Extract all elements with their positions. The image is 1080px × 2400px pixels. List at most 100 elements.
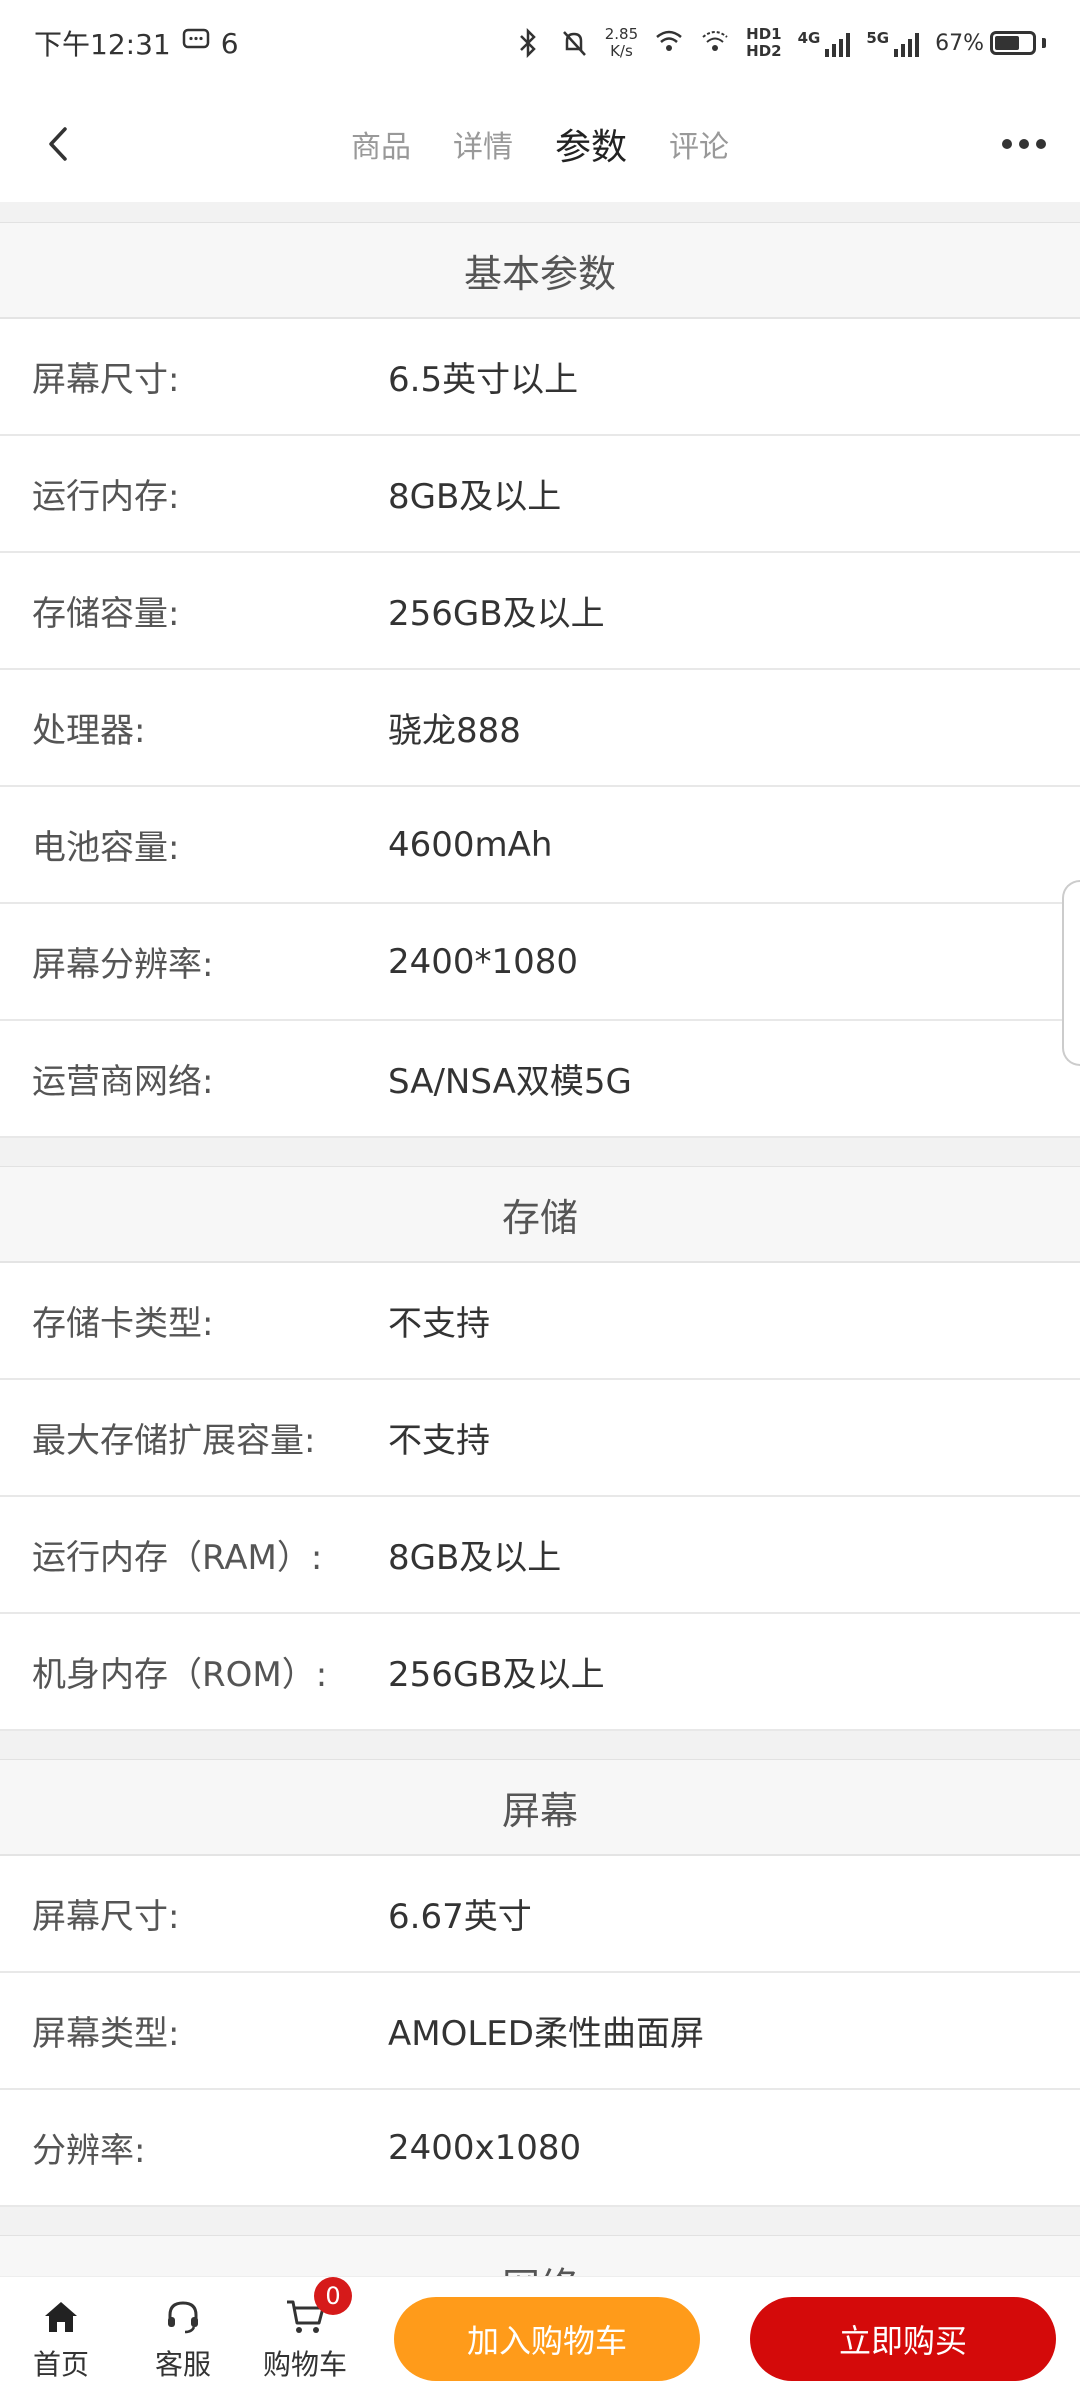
cart-button[interactable]: 0 购物车 bbox=[244, 2276, 366, 2383]
mute-bell-icon bbox=[559, 28, 589, 58]
spec-row: 屏幕分辨率: 2400*1080 bbox=[0, 904, 1080, 1021]
spec-section: 存储 存储卡类型: 不支持 最大存储扩展容量: 不支持 运行内存（RAM）: 8GB及以上机… bbox=[0, 1166, 1080, 1731]
more-options-icon[interactable] bbox=[1002, 128, 1046, 160]
signal-4g-icon: 4G bbox=[798, 29, 851, 57]
customer-service-label: 客服 bbox=[154, 2347, 211, 2381]
spec-label: 运营商网络: bbox=[32, 1062, 214, 1102]
spec-value: 256GB及以上 bbox=[388, 594, 605, 634]
spec-row: 运行内存（RAM）: 8GB及以上 bbox=[0, 1497, 1080, 1614]
spec-value: 骁龙888 bbox=[388, 711, 521, 751]
spec-value: 6.67英寸 bbox=[388, 1897, 532, 1937]
spec-row: 屏幕尺寸: 6.5英寸以上 bbox=[0, 319, 1080, 436]
battery-indicator: 67% bbox=[935, 31, 1046, 56]
spec-section: 屏幕屏幕尺寸: 6.67英寸屏幕类型: AMOLED柔性曲面屏分辨率: 2400x10… bbox=[0, 1759, 1080, 2207]
spec-row: 屏幕类型: AMOLED柔性曲面屏 bbox=[0, 1973, 1080, 2090]
tab-specs[interactable]: 参数 bbox=[555, 118, 627, 170]
spec-value: 8GB及以上 bbox=[388, 477, 562, 517]
back-arrow-icon bbox=[49, 127, 67, 161]
spec-section: 基本参数屏幕尺寸: 6.5英寸以上运行内存: 8GB及以上存储容量: 256GB及以上… bbox=[0, 222, 1080, 1138]
signal-4g-label: 4G bbox=[797, 29, 821, 47]
side-float-handle[interactable] bbox=[1062, 880, 1080, 1066]
buy-now-button[interactable]: 立即购买 bbox=[750, 2296, 1056, 2381]
tab-reviews[interactable]: 评论 bbox=[669, 122, 729, 166]
home-icon bbox=[39, 2295, 83, 2339]
spec-label: 分辨率: bbox=[32, 2131, 146, 2171]
home-button[interactable]: 首页 bbox=[0, 2295, 122, 2383]
spec-row: 机身内存（ROM）: 256GB及以上 bbox=[0, 1614, 1080, 1731]
status-left: 下午12:31 6 bbox=[34, 23, 239, 63]
spec-label: 机身内存（ROM）: bbox=[32, 1655, 328, 1695]
message-icon bbox=[181, 28, 211, 58]
spec-label: 最大存储扩展容量: bbox=[32, 1421, 316, 1461]
spec-label: 屏幕分辨率: bbox=[32, 945, 214, 985]
battery-tip bbox=[1042, 38, 1046, 48]
spec-row: 电池容量: 4600mAh bbox=[0, 787, 1080, 904]
bottom-action-bar: 首页 客服 0 购物车 加入购物车 立即购买 bbox=[0, 2276, 1080, 2400]
section-title: 基本参数 bbox=[0, 223, 1080, 319]
spec-value: AMOLED柔性曲面屏 bbox=[388, 2014, 704, 2054]
back-button[interactable] bbox=[38, 122, 78, 166]
spec-value: 不支持 bbox=[388, 1421, 490, 1461]
battery-percent: 67% bbox=[935, 30, 984, 56]
spec-value: SA/NSA双模5G bbox=[388, 1062, 632, 1102]
section-title: 网络 bbox=[0, 2236, 1080, 2276]
spec-row: 运营商网络: SA/NSA双模5G bbox=[0, 1021, 1080, 1138]
hotspot-icon bbox=[700, 28, 730, 58]
home-label: 首页 bbox=[32, 2347, 89, 2381]
spec-value: 2400x1080 bbox=[388, 2127, 582, 2168]
network-speed: 2.85 K/s bbox=[605, 26, 638, 60]
tab-list: 商品 详情 参数 评论 bbox=[351, 118, 729, 170]
battery-icon bbox=[990, 31, 1036, 55]
status-bar: 下午12:31 6 2.85 K/s HD1 HD2 4G 5G 67% bbox=[0, 0, 1080, 86]
spec-row: 分辨率: 2400x1080 bbox=[0, 2090, 1080, 2207]
spec-row: 存储卡类型: 不支持 bbox=[0, 1263, 1080, 1380]
cart-count-badge: 0 bbox=[314, 2276, 352, 2315]
spec-label: 存储卡类型: bbox=[32, 1304, 214, 1344]
customer-service-button[interactable]: 客服 bbox=[122, 2295, 244, 2383]
hd2-label: HD2 bbox=[746, 42, 782, 60]
spec-value: 6.5英寸以上 bbox=[388, 360, 579, 400]
headset-icon bbox=[161, 2295, 205, 2339]
add-to-cart-button[interactable]: 加入购物车 bbox=[394, 2296, 700, 2381]
section-title: 存储 bbox=[0, 1167, 1080, 1263]
section-title: 屏幕 bbox=[0, 1760, 1080, 1856]
spec-row: 运行内存: 8GB及以上 bbox=[0, 436, 1080, 553]
spec-row: 处理器: 骁龙888 bbox=[0, 670, 1080, 787]
spec-row: 最大存储扩展容量: 不支持 bbox=[0, 1380, 1080, 1497]
spec-content[interactable]: 基本参数 屏幕尺寸: 6.5英寸以上 运行内存: 8GB及以上 存储容量: 256GB及以上… bbox=[0, 202, 1080, 2276]
cart-label: 购物车 bbox=[262, 2347, 347, 2381]
wifi-icon bbox=[654, 28, 684, 58]
spec-value: 4600mAh bbox=[388, 824, 553, 865]
spec-value: 8GB及以上 bbox=[388, 1538, 562, 1578]
spec-row: 存储容量: 256GB及以上 bbox=[0, 553, 1080, 670]
spec-value: 不支持 bbox=[388, 1304, 490, 1344]
spec-label: 电池容量: bbox=[32, 828, 180, 868]
spec-section: 网络 bbox=[0, 2235, 1080, 2276]
spec-label: 运行内存: bbox=[32, 477, 180, 517]
spec-label: 屏幕类型: bbox=[32, 2014, 180, 2054]
network-speed-value: 2.85 bbox=[604, 25, 639, 43]
spec-value: 2400*1080 bbox=[388, 941, 579, 982]
signal-5g-label: 5G bbox=[866, 29, 890, 47]
spec-value: 256GB及以上 bbox=[388, 1655, 605, 1695]
hd-indicator: HD1 HD2 bbox=[746, 26, 781, 60]
tab-product[interactable]: 商品 bbox=[351, 122, 411, 166]
notification-count: 6 bbox=[220, 26, 239, 60]
bluetooth-icon bbox=[513, 27, 543, 59]
network-speed-unit: K/s bbox=[610, 42, 633, 60]
spec-label: 运行内存（RAM）: bbox=[32, 1538, 323, 1578]
battery-fill bbox=[995, 36, 1020, 50]
spec-label: 屏幕尺寸: bbox=[32, 360, 180, 400]
status-time: 下午12:31 bbox=[34, 28, 171, 61]
spec-sections: 基本参数 屏幕尺寸: 6.5英寸以上 运行内存: 8GB及以上 存储容量: 256GB及以上… bbox=[0, 222, 1080, 2276]
content-top-gap bbox=[0, 202, 1080, 222]
nav-bar: 商品 详情 参数 评论 bbox=[0, 86, 1080, 202]
status-right: 2.85 K/s HD1 HD2 4G 5G 67% bbox=[513, 26, 1046, 60]
spec-label: 存储容量: bbox=[32, 594, 180, 634]
spec-label: 屏幕尺寸: bbox=[32, 1897, 180, 1937]
spec-row: 屏幕尺寸: 6.67英寸 bbox=[0, 1856, 1080, 1973]
signal-5g-icon: 5G bbox=[866, 29, 920, 57]
tab-details[interactable]: 详情 bbox=[453, 122, 513, 166]
spec-label: 处理器: bbox=[32, 711, 146, 751]
hd1-label: HD1 bbox=[746, 25, 782, 43]
